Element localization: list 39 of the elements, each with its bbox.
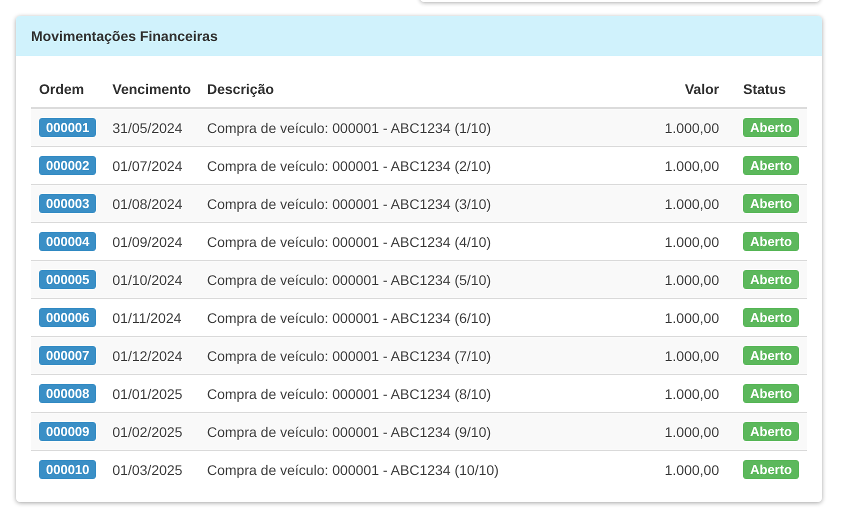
status-badge: Aberto	[743, 384, 799, 403]
table-cell: Compra de veículo: 000001 - ABC1234 (3/10)	[198, 184, 657, 222]
order-badge: 000005	[39, 270, 96, 289]
table-cell: Compra de veículo: 000001 - ABC1234 (9/10)	[198, 412, 657, 450]
order-badge: 000008	[39, 384, 96, 403]
status-badge: Aberto	[743, 460, 799, 479]
status-badge: Aberto	[743, 194, 799, 213]
status-badge: Aberto	[743, 346, 799, 365]
status-badge: Aberto	[743, 270, 799, 289]
table-cell: Compra de veículo: 000001 - ABC1234 (5/10)	[198, 260, 657, 298]
order-badge: 000007	[39, 346, 96, 365]
table-cell: Compra de veículo: 000001 - ABC1234 (1/10)	[198, 108, 657, 146]
table-cell: 1.000,00	[656, 412, 728, 450]
status-badge: Aberto	[743, 156, 799, 175]
order-badge: 000002	[39, 156, 96, 175]
table-cell: Compra de veículo: 000001 - ABC1234 (7/10)	[198, 336, 657, 374]
table-cell: 01/03/2025	[104, 450, 199, 488]
status-badge: Aberto	[743, 232, 799, 251]
table-cell: Compra de veículo: 000001 - ABC1234 (10/10)	[198, 450, 657, 488]
order-badge: 000006	[39, 308, 96, 327]
table-cell: 1.000,00	[656, 184, 728, 222]
order-badge: 000009	[39, 422, 96, 441]
table-cell: 1.000,00	[656, 108, 728, 146]
table-cell: 01/10/2024	[104, 260, 199, 298]
status-badge: Aberto	[743, 422, 799, 441]
table-cell: 31/05/2024	[104, 108, 199, 146]
status-badge: Aberto	[743, 118, 799, 137]
table-cell: 1.000,00	[656, 450, 728, 488]
table-cell: 01/02/2025	[104, 412, 199, 450]
table-cell: 01/12/2024	[104, 336, 199, 374]
order-badge: 000003	[39, 194, 96, 213]
status-badge: Aberto	[743, 308, 799, 327]
panel-title: Movimentações Financeiras	[31, 28, 218, 44]
table-cell: 1.000,00	[656, 260, 728, 298]
order-badge: 000004	[39, 232, 96, 251]
order-badge: 000001	[39, 118, 96, 137]
order-badge: 000010	[39, 460, 96, 479]
table-cell: 01/08/2024	[104, 184, 199, 222]
table-cell: 1.000,00	[656, 336, 728, 374]
